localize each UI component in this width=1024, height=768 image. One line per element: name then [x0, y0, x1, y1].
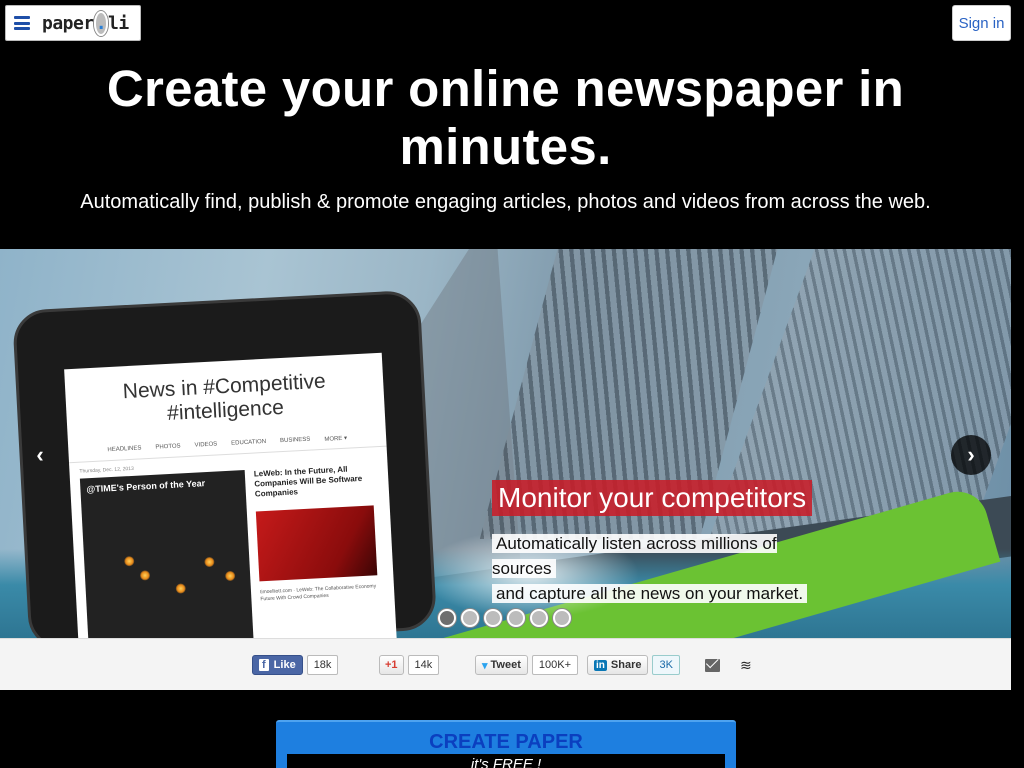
linkedin-count: 3K	[652, 655, 680, 675]
tablet-map-card: @TIME's Person of the Year	[79, 470, 255, 638]
create-paper-label: CREATE PAPER	[429, 731, 583, 753]
gplus-share: +1 14k	[379, 655, 440, 675]
linkedin-share-label: Share	[610, 659, 642, 671]
carousel-pagination	[438, 609, 571, 627]
tablet-article-title: LeWeb: In the Future, All Companies Will…	[253, 464, 363, 499]
carousel-dot[interactable]	[461, 609, 479, 627]
tablet-article-snippet: timoelliott.com · LeWeb: The Collaborati…	[259, 583, 377, 603]
facebook-share: f Like 18k	[252, 655, 339, 675]
carousel-dot[interactable]	[507, 609, 525, 627]
carousel-dot[interactable]	[530, 609, 548, 627]
tablet-paper-title: News in #Competitive #intelligence	[122, 369, 327, 426]
facebook-like-count: 18k	[306, 655, 339, 675]
chevron-right-icon: ›	[967, 442, 975, 467]
tablet-article-card: LeWeb: In the Future, All Companies Will…	[254, 463, 387, 603]
facebook-icon: f	[259, 659, 269, 671]
tablet-image: News in #Competitive #intelligence HEADL…	[12, 289, 438, 638]
slide-caption-title: Monitor your competitors	[492, 480, 813, 516]
gplus-count: 14k	[407, 655, 440, 675]
share-bar: f Like 18k +1 14k ▾ Tweet 100K+ in Share 3K…	[0, 638, 1011, 690]
tablet-nav-item: BUSINESS	[279, 436, 311, 445]
create-paper-button[interactable]: CREATE PAPER it's FREE !	[276, 720, 736, 768]
map-glow	[124, 555, 135, 567]
logo-text-part: li	[108, 12, 129, 34]
free-label: it's FREE !	[470, 756, 542, 768]
facebook-like-label: Like	[273, 659, 296, 671]
map-glow	[204, 556, 215, 568]
tablet-nav-item: EDUCATION	[231, 438, 267, 447]
twitter-share: ▾ Tweet 100K+	[475, 655, 579, 675]
linkedin-icon: in	[594, 659, 607, 671]
carousel-dot[interactable]	[484, 609, 502, 627]
carousel-dot[interactable]	[553, 609, 571, 627]
map-glow	[224, 570, 236, 582]
slide-caption-text: Automatically listen across millions of …	[492, 531, 826, 606]
map-glow	[139, 570, 151, 581]
twitter-bird-icon: ▾	[482, 659, 488, 672]
slide-caption-line: Automatically listen across millions of …	[492, 534, 777, 578]
tweet-button[interactable]: ▾ Tweet	[475, 655, 528, 675]
tweet-label: Tweet	[490, 659, 521, 671]
chevron-left-icon: ‹	[36, 442, 44, 467]
hamburger-menu-icon[interactable]	[14, 16, 30, 30]
tweet-count: 100K+	[531, 655, 579, 675]
sign-in-button[interactable]: Sign in	[952, 5, 1011, 41]
create-paper-subpanel: it's FREE !	[287, 754, 725, 768]
tablet-screen: News in #Competitive #intelligence HEADL…	[64, 352, 397, 638]
carousel-next-button[interactable]: ›	[951, 435, 991, 475]
logo-text-part: paper	[42, 12, 94, 34]
carousel-dot[interactable]	[438, 609, 456, 627]
carousel-prev-button[interactable]: ‹	[20, 435, 60, 475]
linkedin-share: in Share 3K	[587, 655, 680, 675]
linkedin-share-button[interactable]: in Share	[587, 655, 649, 675]
tablet-article-photo	[255, 505, 378, 582]
hero-carousel[interactable]: News in #Competitive #intelligence HEADL…	[0, 249, 1011, 638]
tablet-nav-item: VIDEOS	[194, 441, 218, 449]
tablet-nav-item: MORE ▾	[324, 435, 348, 443]
email-share-icon[interactable]	[705, 659, 720, 672]
gplus-button[interactable]: +1	[379, 655, 404, 675]
site-logo[interactable]: paper. li	[42, 10, 129, 36]
map-glow	[175, 583, 187, 594]
logo-dot: .	[93, 10, 109, 36]
hero-title: Create your online newspaper in minutes.	[106, 60, 905, 175]
buffer-share-icon[interactable]: ≋	[740, 657, 754, 673]
tablet-nav-item: HEADLINES	[107, 445, 142, 454]
slide-caption-line: and capture all the news on your market.	[492, 584, 808, 603]
facebook-like-button[interactable]: f Like	[252, 655, 303, 675]
hero-subtitle: Automatically find, publish & promote en…	[80, 191, 931, 213]
logo-menu-button[interactable]: paper. li	[5, 5, 141, 41]
tablet-nav-item: PHOTOS	[155, 443, 181, 451]
